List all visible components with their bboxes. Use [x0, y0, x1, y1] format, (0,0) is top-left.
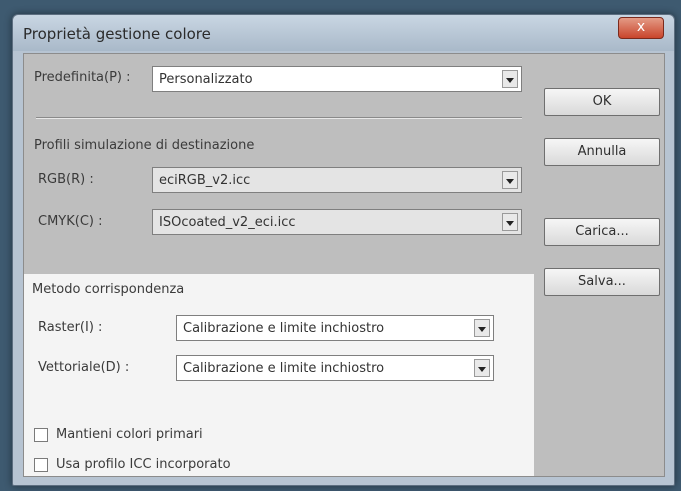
divider: [36, 117, 522, 119]
matching-section: Metodo corrispondenza Raster(I) : Calibr…: [24, 274, 534, 476]
use-embedded-icc-checkbox[interactable]: [34, 458, 48, 472]
rgb-label: RGB(R) :: [38, 172, 94, 187]
cmyk-profile-select[interactable]: ISOcoated_v2_eci.icc: [152, 209, 522, 235]
color-management-dialog: Proprietà gestione colore x Predefinita(…: [12, 14, 675, 486]
cancel-button[interactable]: Annulla: [544, 138, 660, 166]
matching-heading: Metodo corrispondenza: [32, 282, 185, 297]
cmyk-profile-value: ISOcoated_v2_eci.icc: [159, 215, 296, 230]
load-button[interactable]: Carica...: [544, 218, 660, 246]
chevron-down-icon[interactable]: [474, 359, 490, 377]
ok-button[interactable]: OK: [544, 88, 660, 116]
save-button[interactable]: Salva...: [544, 268, 660, 296]
vector-method-value: Calibrazione e limite inchiostro: [183, 361, 385, 376]
chevron-down-icon[interactable]: [502, 213, 518, 231]
preset-label: Predefinita(P) :: [34, 70, 131, 85]
raster-method-value: Calibrazione e limite inchiostro: [183, 321, 385, 336]
rgb-profile-select[interactable]: eciRGB_v2.icc: [152, 167, 522, 193]
cmyk-label: CMYK(C) :: [38, 214, 103, 229]
dialog-title: Proprietà gestione colore: [23, 25, 211, 43]
keep-primary-colors-checkbox[interactable]: [34, 428, 48, 442]
dialog-body: Predefinita(P) : Personalizzato Profili …: [23, 53, 665, 477]
keep-primary-colors-label[interactable]: Mantieni colori primari: [56, 427, 203, 442]
vector-method-select[interactable]: Calibrazione e limite inchiostro: [176, 355, 494, 381]
close-icon: x: [636, 19, 646, 35]
vector-label: Vettoriale(D) :: [38, 360, 130, 375]
raster-method-select[interactable]: Calibrazione e limite inchiostro: [176, 315, 494, 341]
preset-value: Personalizzato: [159, 72, 253, 87]
chevron-down-icon[interactable]: [502, 171, 518, 189]
close-button[interactable]: x: [618, 17, 664, 39]
preset-select[interactable]: Personalizzato: [152, 66, 522, 92]
simulation-heading: Profili simulazione di destinazione: [34, 138, 255, 153]
chevron-down-icon[interactable]: [502, 70, 518, 88]
use-embedded-icc-label[interactable]: Usa profilo ICC incorporato: [56, 457, 231, 472]
chevron-down-icon[interactable]: [474, 319, 490, 337]
raster-label: Raster(I) :: [38, 320, 103, 335]
rgb-profile-value: eciRGB_v2.icc: [159, 173, 251, 188]
title-bar[interactable]: Proprietà gestione colore x: [13, 15, 674, 51]
